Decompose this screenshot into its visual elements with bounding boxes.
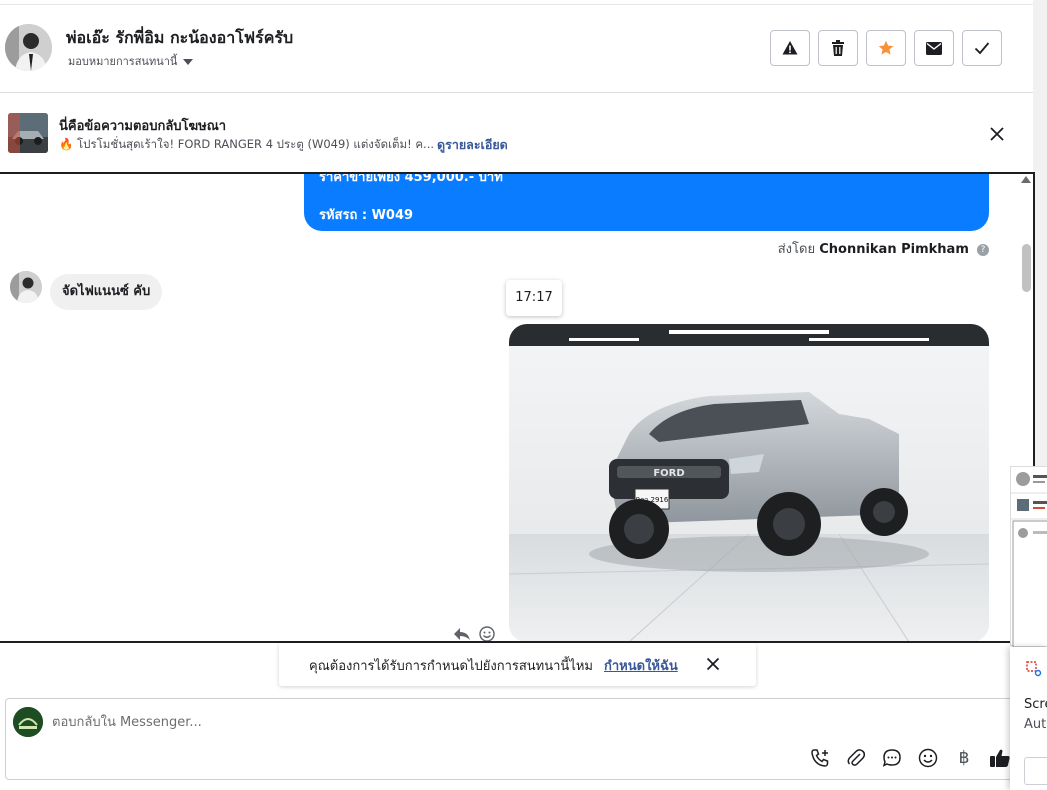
saved-replies-button[interactable]	[881, 747, 903, 769]
assign-dropdown[interactable]: มอบหมายการสนทนานี้	[68, 52, 194, 70]
timestamp-tooltip: 17:17	[506, 280, 562, 316]
close-icon	[706, 657, 720, 671]
thumbs-up-icon	[990, 749, 1010, 767]
envelope-icon	[926, 41, 942, 55]
ad-reply-banner: นี่คือข้อความตอบกลับโฆษณา 🔥 โปรโมชั่นสุด…	[0, 93, 1033, 173]
side-panel-subtitle: Aut	[1024, 717, 1047, 732]
mark-unread-button[interactable]	[914, 30, 954, 66]
contact-name: พ่อเอ๊ะ รักพี่อิม กะน้องอาโฟร์ครับ	[66, 28, 294, 47]
side-preview-list[interactable]	[1010, 466, 1047, 648]
outgoing-line-code: รหัสรถ : W049	[319, 208, 414, 223]
payment-button[interactable]: ฿	[953, 747, 975, 769]
emoji-reaction-icon[interactable]	[479, 626, 495, 642]
chat-bubble-icon	[882, 749, 901, 767]
phone-plus-icon	[811, 749, 829, 767]
paperclip-icon	[847, 749, 865, 766]
emoji-icon	[918, 748, 938, 768]
caret-down-icon	[183, 59, 194, 65]
star-button[interactable]	[866, 30, 906, 66]
screenshot-tool-icon	[1026, 661, 1042, 677]
star-icon	[878, 40, 894, 55]
thread-scrollbar[interactable]	[1022, 244, 1031, 292]
sender-avatar[interactable]	[10, 271, 42, 303]
ad-banner-subtitle: 🔥 โปรโมชั่นสุดเร้าใจ! FORD RANGER 4 ประต…	[59, 137, 435, 151]
conversation-header: พ่อเอ๊ะ รักพี่อิม กะน้องอาโฟร์ครับ มอบหม…	[0, 0, 1033, 93]
assign-label: มอบหมายการสนทนานี้	[68, 55, 178, 68]
assign-prompt: คุณต้องการได้รับการกำหนดไปยังการสนทนานี้…	[279, 643, 756, 686]
reply-input[interactable]	[52, 712, 752, 732]
message-composer: ฿	[5, 698, 1017, 780]
ad-thumbnail	[8, 113, 48, 153]
assign-to-me-link[interactable]: กำหนดให้ฉัน	[604, 655, 678, 676]
sent-by-prefix: ส่งโดย	[777, 242, 816, 257]
sent-by-name: Chonnikan Pimkham	[819, 242, 969, 257]
page-avatar	[13, 707, 43, 737]
message-thread[interactable]: ราคาขายเพียง 459,000.- บาท รหัสรถ : W049…	[0, 172, 1035, 643]
side-panel-button[interactable]	[1024, 757, 1047, 785]
sent-by-label: ส่งโดย Chonnikan Pimkham ?	[778, 238, 989, 259]
incoming-message[interactable]: จัดไฟแนนซ์ คับ	[50, 274, 163, 310]
car-grille-text: FORD	[653, 468, 684, 479]
header-actions	[770, 30, 1002, 66]
close-banner-button[interactable]	[988, 125, 1006, 143]
delete-button[interactable]	[818, 30, 858, 66]
ad-banner-title: นี่คือข้อความตอบกลับโฆษณา	[59, 119, 227, 134]
outgoing-line-price: ราคาขายเพียง 459,000.- บาท	[319, 172, 503, 185]
side-panel-title: Scre	[1024, 697, 1047, 712]
avatar[interactable]	[5, 24, 52, 71]
side-popup-panel: Scre Aut	[1010, 647, 1047, 790]
emoji-button[interactable]	[917, 747, 939, 769]
close-icon	[990, 127, 1004, 141]
mark-spam-button[interactable]	[770, 30, 810, 66]
page-scrollbar[interactable]	[1033, 0, 1047, 466]
question-icon[interactable]: ?	[977, 243, 989, 256]
assign-prompt-text: คุณต้องการได้รับการกำหนดไปยังการสนทนานี้…	[309, 659, 593, 674]
trash-icon	[832, 40, 844, 56]
car-photo[interactable]: FORD 9กว 2916	[509, 324, 989, 641]
close-prompt-button[interactable]	[705, 656, 721, 672]
ad-details-link[interactable]: ดูรายละเอียด	[437, 135, 508, 155]
check-icon	[974, 42, 990, 55]
message-actions	[453, 626, 495, 642]
like-button[interactable]	[989, 747, 1011, 769]
header-divider	[0, 0, 1033, 5]
reply-icon[interactable]	[453, 626, 471, 642]
attach-button[interactable]	[845, 747, 867, 769]
scroll-up-arrow-icon[interactable]	[1021, 176, 1031, 183]
composer-toolbar: ฿	[809, 747, 1011, 769]
warning-icon	[782, 41, 798, 55]
call-button[interactable]	[809, 747, 831, 769]
outgoing-message[interactable]: ราคาขายเพียง 459,000.- บาท รหัสรถ : W049	[304, 172, 989, 231]
mark-done-button[interactable]	[962, 30, 1002, 66]
